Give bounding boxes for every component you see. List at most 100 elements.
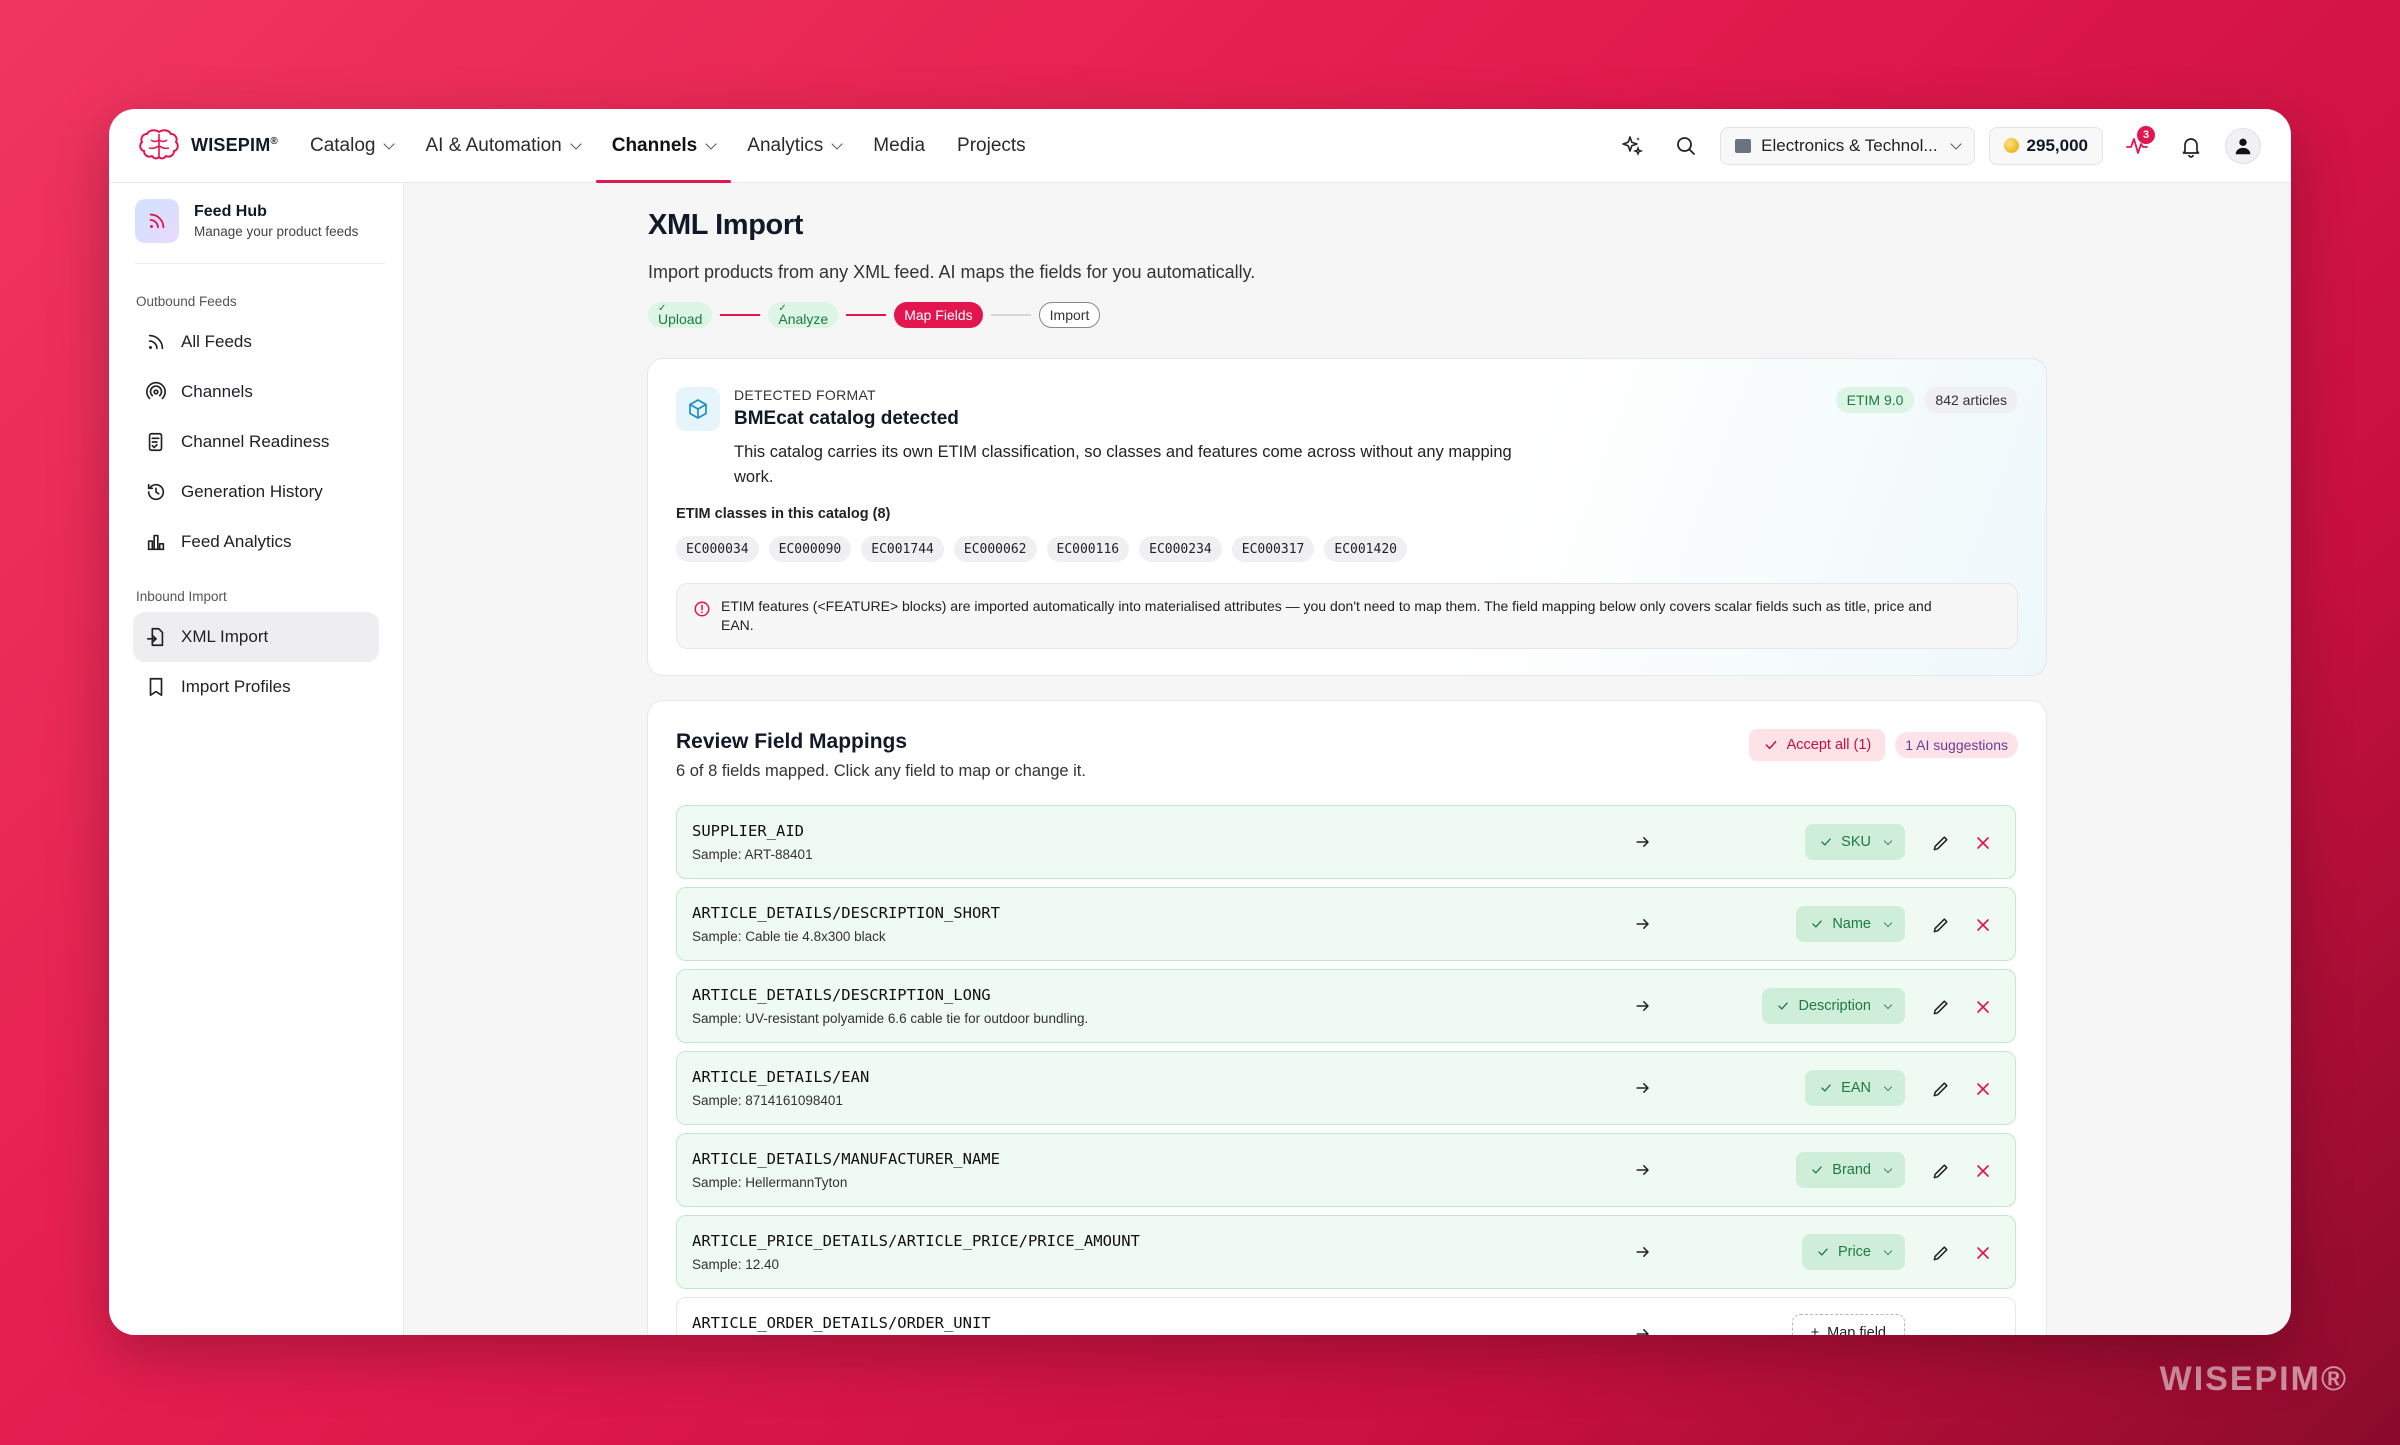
ai-sparkle-button[interactable] <box>1612 126 1652 166</box>
pencil-icon[interactable] <box>1931 915 1951 935</box>
broadcast-icon <box>146 381 166 400</box>
close-icon[interactable] <box>1973 1161 1993 1181</box>
close-icon[interactable] <box>1973 997 1993 1017</box>
arrow-right-icon <box>1636 1083 1649 1093</box>
sidebar-item-feed-analytics[interactable]: Feed Analytics <box>133 517 379 567</box>
target-field-select[interactable]: SKU <box>1805 824 1905 860</box>
step-analyze[interactable]: ✓ Analyze <box>768 302 839 328</box>
step-upload[interactable]: ✓ Upload <box>648 302 713 328</box>
sidebar-item-generation-history[interactable]: Generation History <box>133 467 379 517</box>
pencil-icon[interactable] <box>1931 1079 1951 1099</box>
nav-item-media[interactable]: Media <box>857 109 941 183</box>
nav-item-label: AI & Automation <box>425 134 562 156</box>
outbound-feeds-list: All Feeds Channels Channel Readiness Genera… <box>109 317 403 567</box>
check-icon: ✓ <box>658 303 667 314</box>
field-mapping-row[interactable]: ARTICLE_DETAILS/DESCRIPTION_SHORT Sample:… <box>676 887 2016 961</box>
brain-logo-icon <box>139 128 179 159</box>
field-mapping-row[interactable]: ARTICLE_DETAILS/EAN Sample: 8714161098401… <box>676 1051 2016 1125</box>
sidebar-item-channels[interactable]: Channels <box>133 367 379 417</box>
close-icon[interactable] <box>1973 915 1993 935</box>
field-mapping-list: SUPPLIER_AID Sample: ART-88401 SKU ARTICLE_… <box>676 805 2016 1335</box>
catalog-selector[interactable]: Electronics & Technol... <box>1720 126 1975 165</box>
map-field-label: Map field <box>1827 1325 1886 1335</box>
catalog-icon <box>1735 138 1752 153</box>
map-field-button[interactable]: + Map field <box>1791 1314 1905 1335</box>
activity-button[interactable]: 3 <box>2117 125 2157 166</box>
sidebar-item-all-feeds[interactable]: All Feeds <box>133 317 379 367</box>
check-icon <box>1778 1002 1789 1010</box>
target-field-label: Brand <box>1832 1162 1871 1178</box>
review-title: Review Field Mappings <box>676 730 908 753</box>
field-mapping-row[interactable]: ARTICLE_DETAILS/MANUFACTURER_NAME Sample:… <box>676 1133 2016 1207</box>
review-subtitle: 6 of 8 fields mapped. Click any field to… <box>676 762 1086 780</box>
bookmark-icon <box>149 677 163 697</box>
etim-classes-list: EC000034 EC000090 EC001744 EC000062 EC000116… <box>676 536 1407 562</box>
feed-hub-header: Feed Hub Manage your product feeds <box>135 199 385 264</box>
field-mapping-row[interactable]: ARTICLE_PRICE_DETAILS/ARTICLE_PRICE/PRIC… <box>676 1215 2016 1289</box>
chevron-down-icon <box>831 137 843 150</box>
chevron-down-icon <box>1883 918 1893 927</box>
nav-item-channels[interactable]: Channels <box>595 109 732 183</box>
accept-all-button[interactable]: Accept all (1) <box>1748 729 1886 761</box>
sidebar-item-label: Feed Analytics <box>181 532 292 551</box>
arrow-right-icon <box>1636 919 1649 929</box>
sidebar-item-label: XML Import <box>181 627 269 646</box>
nav-item-label: Media <box>873 134 926 156</box>
close-icon[interactable] <box>1973 1243 1993 1263</box>
source-field-sample: Sample: 12.40 <box>692 1257 780 1272</box>
chevron-down-icon <box>1949 137 1962 150</box>
target-field-select[interactable]: Price <box>1801 1234 1905 1270</box>
search-button[interactable] <box>1666 126 1706 166</box>
field-mapping-row[interactable]: ARTICLE_ORDER_DETAILS/ORDER_UNIT + Map fie… <box>676 1297 2016 1335</box>
step-map-fields[interactable]: Map Fields <box>894 302 983 328</box>
review-mappings-card: Review Field Mappings 6 of 8 fields mapp… <box>647 700 2047 1335</box>
user-avatar-button[interactable] <box>2225 127 2261 164</box>
target-field-select[interactable]: Name <box>1796 906 1905 942</box>
step-connector <box>846 314 887 316</box>
nav-item-analytics[interactable]: Analytics <box>731 109 857 183</box>
etim-info-notice: ETIM features (<FEATURE> blocks) are imp… <box>676 583 2018 649</box>
main-content: XML Import Import products from any XML … <box>405 183 2291 1335</box>
close-icon[interactable] <box>1973 1079 1993 1099</box>
chevron-down-icon <box>383 137 396 150</box>
nav-item-projects[interactable]: Projects <box>941 109 1042 183</box>
source-field-name: SUPPLIER_AID <box>692 822 804 840</box>
nav-item-label: Channels <box>611 134 698 156</box>
pencil-icon[interactable] <box>1931 1243 1951 1263</box>
sidebar-item-channel-readiness[interactable]: Channel Readiness <box>133 417 379 467</box>
sidebar-item-import-profiles[interactable]: Import Profiles <box>133 662 379 712</box>
source-field-sample: Sample: Cable tie 4.8x300 black <box>692 929 886 944</box>
target-field-select[interactable]: Description <box>1762 988 1905 1024</box>
nav-item-catalog[interactable]: Catalog <box>294 109 410 183</box>
sidebar-item-xml-import[interactable]: XML Import <box>133 612 379 662</box>
target-field-select[interactable]: Brand <box>1796 1152 1905 1188</box>
search-icon <box>1677 136 1696 155</box>
nav-item-ai-automation[interactable]: AI & Automation <box>409 109 595 183</box>
arrow-right-icon <box>1636 1329 1649 1335</box>
field-mapping-row[interactable]: SUPPLIER_AID Sample: ART-88401 SKU <box>676 805 2016 879</box>
close-icon[interactable] <box>1973 833 1993 853</box>
top-nav-actions: Electronics & Technol... 295,000 3 <box>1612 125 2261 166</box>
notifications-button[interactable] <box>2171 126 2211 166</box>
nav-item-label: Analytics <box>747 134 824 156</box>
check-icon: ✓ <box>778 303 787 314</box>
field-mapping-row[interactable]: ARTICLE_DETAILS/DESCRIPTION_LONG Sample: … <box>676 969 2016 1043</box>
ai-suggestions-badge[interactable]: 1 AI suggestions <box>1895 732 2018 758</box>
catalog-selector-label: Electronics & Technol... <box>1761 135 1938 155</box>
pencil-icon[interactable] <box>1931 997 1951 1017</box>
chevron-down-icon <box>1883 1082 1893 1091</box>
brand-watermark: WISEPIM® <box>2159 1360 2348 1398</box>
credits-balance[interactable]: 295,000 <box>1988 126 2103 165</box>
pencil-icon[interactable] <box>1931 1161 1951 1181</box>
etim-class-chip: EC001744 <box>861 536 944 562</box>
etim-class-chip: EC000234 <box>1139 536 1222 562</box>
source-field-name: ARTICLE_ORDER_DETAILS/ORDER_UNIT <box>692 1314 991 1332</box>
detected-format-label: DETECTED FORMAT <box>734 387 876 403</box>
chevron-down-icon <box>1883 836 1893 845</box>
step-import[interactable]: Import <box>1038 302 1101 328</box>
target-field-select[interactable]: EAN <box>1805 1070 1905 1106</box>
chevron-down-icon <box>1883 1164 1893 1173</box>
pencil-icon[interactable] <box>1931 833 1951 853</box>
sidebar-item-label: Generation History <box>181 482 323 501</box>
brand-logo[interactable]: WISEPIM® <box>139 128 278 164</box>
